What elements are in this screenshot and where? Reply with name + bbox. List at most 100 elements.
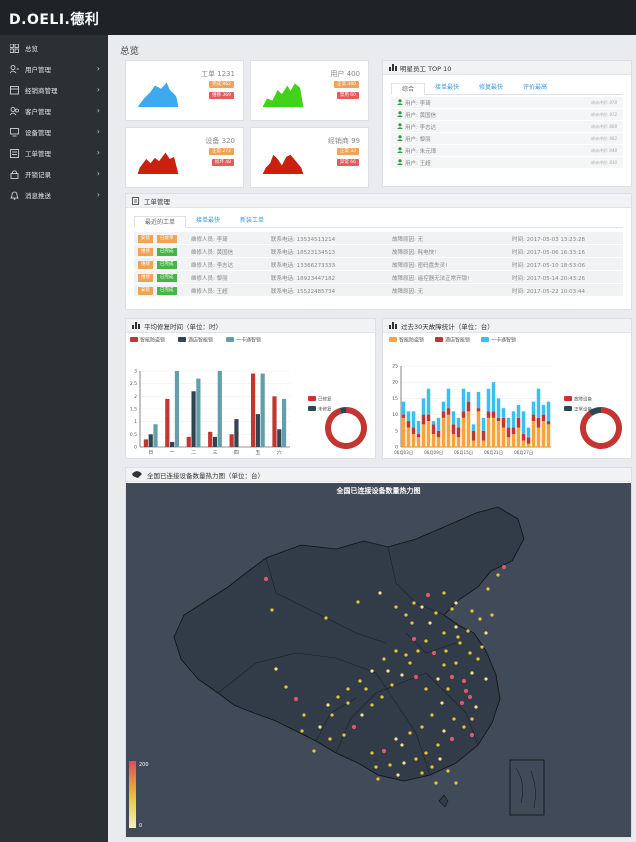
repair-time-title: 平均修复时间（单位：时） — [144, 322, 222, 331]
table-row[interactable]: 安装 已接单 维修人员: 李琦 联系电话: 13534513214 故障原因: 无 时间:… — [134, 232, 623, 244]
sidebar-item-6[interactable]: 开锁记录 › — [0, 164, 108, 184]
list-item[interactable]: 用户: 黎丽 综合评价: 862 — [391, 133, 623, 144]
bar — [153, 424, 158, 447]
heat-point — [324, 616, 328, 620]
star-tab-0[interactable]: 综合 — [391, 83, 426, 95]
order-type-badge: 安装 — [138, 235, 153, 243]
order-status-badge: 已完成 — [157, 248, 177, 256]
heat-point — [490, 613, 494, 617]
order-worker: 维修人员: 黄国信 — [191, 250, 234, 256]
bar-segment — [481, 417, 486, 431]
sidebar-item-2[interactable]: 经销商管理 › — [0, 80, 108, 100]
list-item[interactable]: 用户: 黄国信 综合评价: 872 — [391, 109, 623, 120]
bar-segment — [536, 388, 541, 418]
bar — [250, 373, 256, 447]
heat-point — [274, 667, 278, 671]
bar-segment — [406, 411, 411, 422]
heat-point — [442, 591, 446, 595]
user-icon — [397, 134, 403, 143]
heat-point — [408, 731, 412, 735]
heat-point — [469, 732, 475, 738]
star-tab-2[interactable]: 修复最快 — [469, 82, 513, 94]
fault-stats-panel: 过去30天故障统计（单位：台） 智能防盗锁 酒店智能锁 一卡通智锁 0 5 10 15 20 2… — [382, 318, 632, 459]
bar-segment — [406, 421, 411, 428]
bar-segment — [531, 414, 536, 422]
heat-point — [382, 657, 386, 661]
legend-label: 酒店智能锁 — [445, 337, 470, 344]
heat-point — [400, 673, 404, 677]
sidebar-item-0[interactable]: 总览 — [0, 38, 108, 58]
stat-chip: 维修 369 — [208, 92, 234, 99]
staff-name: 用户: 黄国信 — [405, 112, 437, 119]
sidebar-item-3[interactable]: 客户管理 › — [0, 101, 108, 121]
star-staff-panel: 明星员工 TOP 10 综合 接单最快 修复最快 评价最高 用户: 李琦 综合评价: 8… — [382, 60, 632, 187]
bar-segment — [511, 434, 516, 447]
heat-point — [360, 713, 364, 717]
order-status-badge: 已接单 — [157, 235, 177, 243]
stat-chip: 禁用 60 — [336, 92, 359, 99]
pie-slice — [325, 407, 367, 449]
sparkline-area — [262, 83, 304, 107]
bar-segment — [401, 401, 406, 415]
sidebar-item-label: 客户管理 — [25, 108, 51, 116]
bar-segment — [431, 424, 436, 435]
bar-segment — [526, 427, 531, 438]
star-tab-3[interactable]: 评价最高 — [513, 82, 557, 94]
order-tab-2[interactable]: 新装工单 — [230, 215, 274, 227]
order-tab-1[interactable]: 接单最快 — [186, 215, 230, 227]
stat-card-2: 设备 320 正常 272 损坏 48 — [125, 127, 244, 188]
bar-segment — [501, 427, 506, 447]
table-row[interactable]: 维修 已完成 维修人员: 黄国信 联系电话: 18523134513 故障原因: 耗电快… — [134, 245, 623, 257]
y-tick-label: 1.5 — [130, 407, 137, 413]
table-row[interactable]: 安装 已完成 维修人员: 王超 联系电话: 15522485734 故障原因: 无 时间:… — [134, 284, 623, 296]
heat-point — [424, 639, 428, 643]
order-reason: 故障原因: 无 — [392, 237, 424, 243]
bar-segment — [416, 421, 421, 435]
heat-point — [454, 625, 458, 629]
bar-segment — [436, 430, 441, 438]
sidebar-item-1[interactable]: 用户管理 › — [0, 59, 108, 79]
legend-label: 酒店智能锁 — [188, 337, 213, 344]
x-tick-label: 三 — [212, 450, 217, 456]
order-time: 时间: 2017-05-10 18:53:06 — [512, 263, 586, 269]
bar-segment — [501, 408, 506, 418]
heat-point — [452, 717, 456, 721]
fault-stats-chart: 智能防盗锁 酒店智能锁 一卡通智锁051015202506月03日 06月09日 06月… — [389, 337, 622, 456]
list-item[interactable]: 用户: 李志达 综合评价: 868 — [391, 121, 623, 132]
order-time: 时间: 2017-05-03 13:23:28 — [512, 237, 586, 243]
bar-segment — [481, 440, 486, 447]
bar-segment — [401, 414, 406, 418]
heatmap-title: 全国已连接设备数量热力图（单位：台） — [147, 471, 264, 480]
heat-point — [364, 687, 368, 691]
heat-point — [424, 751, 428, 755]
list-item[interactable]: 用户: 李琦 综合评价: 878 — [391, 97, 623, 108]
heat-point — [484, 631, 488, 635]
sidebar-item-5[interactable]: 工单管理 › — [0, 143, 108, 163]
x-tick-label: 06月27日 — [514, 450, 533, 456]
star-tab-1[interactable]: 接单最快 — [425, 82, 469, 94]
heat-point — [467, 694, 473, 700]
heat-point — [434, 611, 438, 615]
list-item[interactable]: 用户: 朱元璋 综合评价: 848 — [391, 145, 623, 156]
orders-title: 工单管理 — [144, 197, 170, 206]
table-row[interactable]: 维修 已完成 维修人员: 黎丽 联系电话: 18923447182 故障原因: 遥控器无… — [134, 271, 623, 283]
table-row[interactable]: 维修 已完成 维修人员: 李志达 联系电话: 13366273333 故障原因: 密码盘… — [134, 258, 623, 270]
sidebar-item-7[interactable]: 消息推送 › — [0, 185, 108, 205]
heat-point — [356, 600, 360, 604]
bar-segment — [516, 417, 521, 428]
bar-segment — [486, 388, 491, 412]
heat-point — [351, 724, 357, 730]
heat-point — [470, 671, 474, 675]
heat-point — [420, 771, 424, 775]
sidebar-item-4[interactable]: 设备管理 › — [0, 122, 108, 142]
list-item[interactable]: 用户: 王超 综合评价: 830 — [391, 157, 623, 168]
user-icon — [397, 122, 403, 131]
bar — [191, 391, 196, 447]
heat-point — [394, 649, 398, 653]
legend-swatch — [435, 337, 443, 342]
bar-segment — [521, 434, 526, 441]
heat-point — [386, 669, 390, 673]
order-tab-0[interactable]: 最近的工单 — [134, 216, 187, 228]
legend-swatch — [308, 406, 316, 411]
bar-segment — [451, 434, 456, 447]
